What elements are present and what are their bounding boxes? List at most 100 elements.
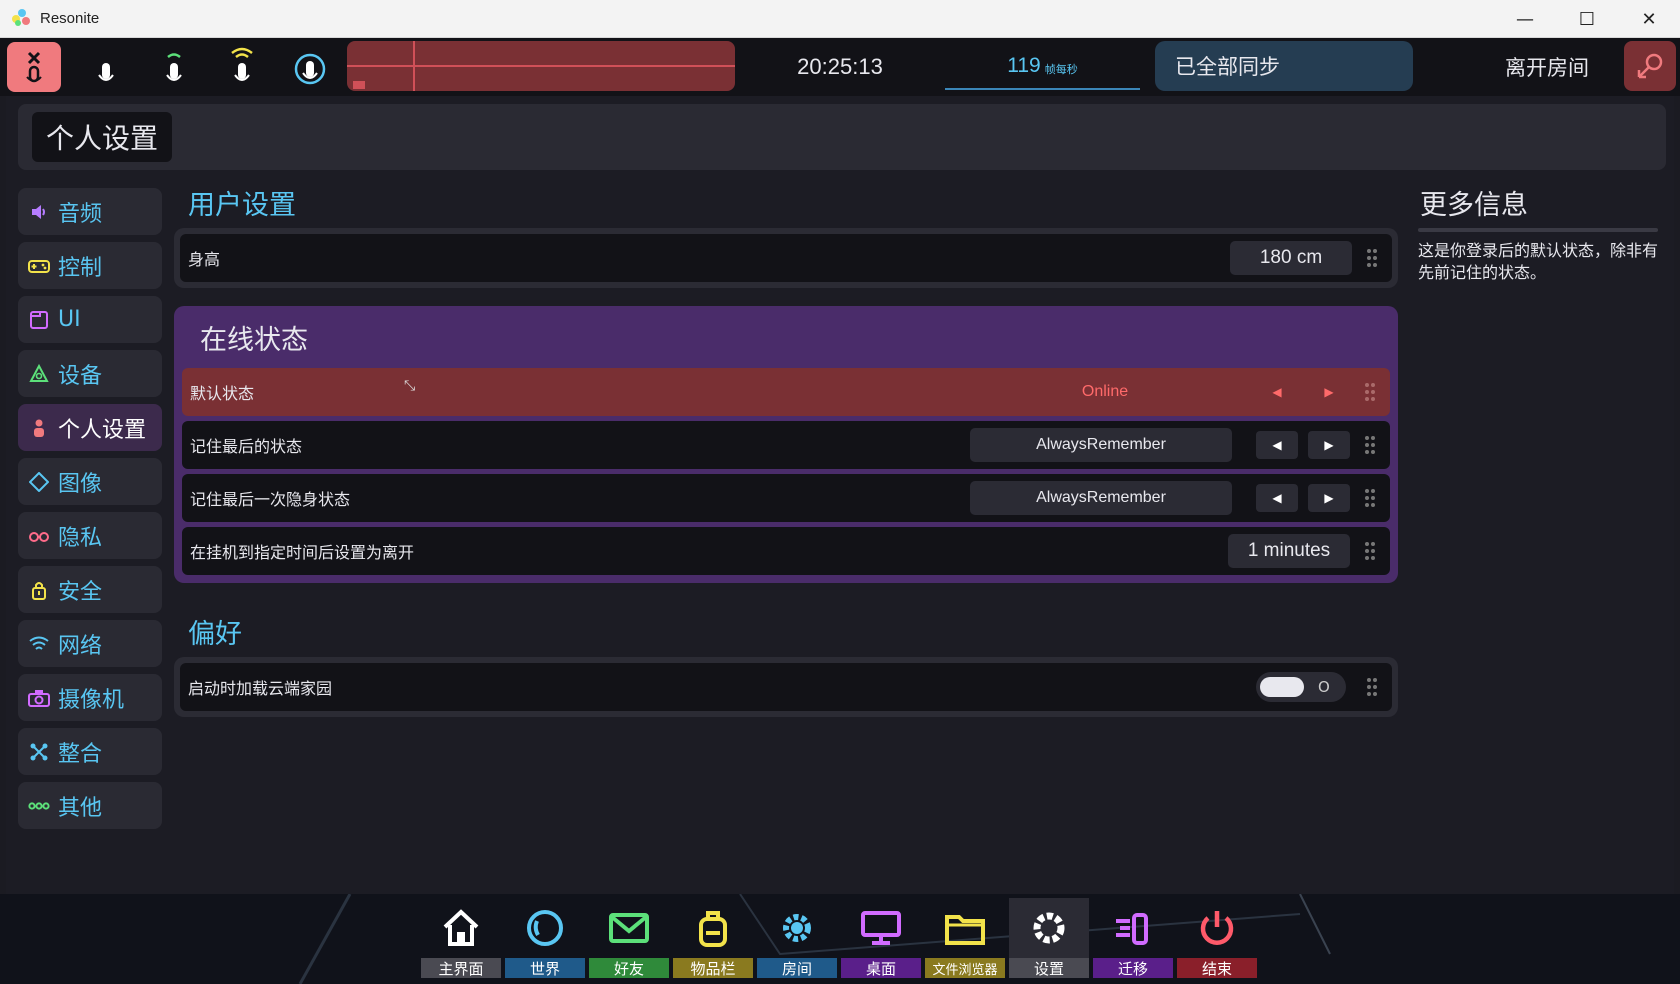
divider [1418, 228, 1658, 232]
more-info-panel: 更多信息 这是你登录后的默认状态，除非有先前记住的状态。 [1418, 176, 1658, 284]
drag-handle-icon[interactable] [1352, 248, 1392, 268]
dock-button-label: 房间 [757, 958, 837, 978]
speaker-icon [28, 201, 50, 223]
maximize-button[interactable]: ☐ [1556, 0, 1618, 38]
sidebar-item[interactable]: 设备 [18, 350, 162, 397]
backpack-icon [692, 898, 734, 958]
sidebar-item[interactable]: 音频 [18, 188, 162, 235]
drag-handle-icon[interactable] [1350, 488, 1390, 508]
diamond-icon [28, 471, 50, 493]
folder-icon [943, 898, 987, 958]
leave-session-button[interactable]: 离开房间 [1505, 38, 1589, 96]
next-arrow-icon[interactable]: ▶ [1308, 378, 1350, 406]
dock-button[interactable]: 设置 [1009, 898, 1089, 978]
minimize-button[interactable]: — [1494, 0, 1556, 38]
cloud-home-row: 启动时加载云端家园 O [180, 663, 1392, 711]
drag-handle-icon[interactable] [1350, 382, 1390, 402]
previous-arrow-icon[interactable]: ◀ [1256, 484, 1298, 512]
dock-button-label: 物品栏 [673, 958, 753, 978]
sync-status-button[interactable]: 已全部同步 [1155, 41, 1413, 91]
mail-icon [607, 898, 651, 958]
afk-timeout-field[interactable]: 1 minutes [1228, 534, 1350, 568]
sidebar-item[interactable]: UI [18, 296, 162, 343]
cloud-home-label: 启动时加载云端家园 [188, 679, 333, 698]
next-arrow-icon[interactable]: ▶ [1308, 484, 1350, 512]
dock-button[interactable]: 好友 [589, 898, 669, 978]
drag-handle-icon[interactable] [1350, 435, 1390, 455]
cloud-home-toggle[interactable]: O [1256, 672, 1346, 702]
preferences-title: 偏好 [188, 618, 242, 650]
sidebar-item[interactable]: 整合 [18, 728, 162, 775]
lock-icon [28, 579, 50, 601]
dock-button[interactable]: 迁移 [1093, 898, 1173, 978]
sidebar-item[interactable]: 安全 [18, 566, 162, 613]
settings-icon [1028, 898, 1070, 958]
mic-push-to-talk-button[interactable] [79, 42, 133, 92]
height-label: 身高 [188, 250, 221, 269]
dock-button[interactable]: 世界 [505, 898, 585, 978]
mic-whisper-button[interactable] [147, 42, 201, 92]
dock-button[interactable]: 文件浏览器 [925, 898, 1005, 978]
sidebar-item[interactable]: 隐私 [18, 512, 162, 559]
mic-normal-button[interactable] [215, 42, 269, 92]
sidebar-item[interactable]: 其他 [18, 782, 162, 829]
toggle-state-text: O [1318, 678, 1330, 696]
voice-level-graph [347, 41, 735, 91]
home-icon [440, 898, 482, 958]
online-status-card: 在线状态 默认状态 ⤡ Online ◀ ▶ 记住最后的状态 AlwaysRem… [174, 306, 1398, 583]
mic-normal-icon [231, 47, 253, 81]
sidebar-item[interactable]: 图像 [18, 458, 162, 505]
next-arrow-icon[interactable]: ▶ [1308, 431, 1350, 459]
camera-icon [28, 687, 50, 709]
preferences-card: 启动时加载云端家园 O [174, 657, 1398, 717]
dock-button[interactable]: 主界面 [421, 898, 501, 978]
sidebar-item-label: 音频 [58, 201, 103, 227]
sidebar-item[interactable]: 摄像机 [18, 674, 162, 721]
remember-last-status-value: AlwaysRemember [970, 428, 1232, 462]
leave-session-icon[interactable] [1624, 41, 1676, 91]
dock-button[interactable]: 物品栏 [673, 898, 753, 978]
mic-muted-icon [26, 51, 42, 83]
page-title: 个人设置 [32, 112, 173, 162]
fps-unit: 帧每秒 [1044, 63, 1078, 76]
drag-handle-icon[interactable] [1350, 541, 1390, 561]
dock-button[interactable]: 桌面 [841, 898, 921, 978]
mic-broadcast-button[interactable] [283, 42, 337, 92]
sidebar-item[interactable]: 控制 [18, 242, 162, 289]
window-title-bar: Resonite — ☐ ✕ [0, 0, 1680, 38]
close-button[interactable]: ✕ [1618, 0, 1680, 38]
sidebar-item-label: 安全 [58, 579, 103, 605]
afk-timeout-label: 在挂机到指定时间后设置为离开 [190, 543, 415, 562]
afk-timeout-row: 在挂机到指定时间后设置为离开 1 minutes [182, 527, 1390, 575]
person-icon [28, 417, 50, 439]
bottom-dock: 主界面 世界 好友 物品栏 房间 桌面 文件浏览器 设置 迁移 结束 [0, 894, 1680, 984]
remember-last-status-row: 记住最后的状态 AlwaysRemember ◀ ▶ [182, 421, 1390, 469]
user-settings-card: 身高 180 cm [174, 228, 1398, 288]
previous-arrow-icon[interactable]: ◀ [1256, 378, 1298, 406]
dock-button[interactable]: 结束 [1177, 898, 1257, 978]
dock-button-label: 主界面 [421, 958, 501, 978]
default-status-row: 默认状态 ⤡ Online ◀ ▶ [182, 368, 1390, 416]
sidebar-item-label: 控制 [58, 255, 103, 281]
online-status-title: 在线状态 [200, 324, 308, 356]
settings-content: 用户设置 身高 180 cm 在线状态 默认状态 ⤡ Online ◀ ▶ 记住… [174, 176, 1398, 717]
mic-muted-button[interactable] [7, 42, 61, 92]
sidebar-item-label: 整合 [58, 741, 103, 767]
toggle-knob [1260, 677, 1304, 697]
dock-button-label: 桌面 [841, 958, 921, 978]
dock-button[interactable]: 房间 [757, 898, 837, 978]
monitor-icon [859, 898, 903, 958]
window-icon [28, 309, 50, 331]
glasses-icon [28, 525, 50, 547]
drag-handle-icon[interactable] [1352, 677, 1392, 697]
mic-icon [98, 63, 114, 81]
mic-whisper-icon [166, 53, 182, 81]
sidebar-item[interactable]: 个人设置 [18, 404, 162, 451]
remember-invisible-status-row: 记住最后一次隐身状态 AlwaysRemember ◀ ▶ [182, 474, 1390, 522]
dock-button-label: 迁移 [1093, 958, 1173, 978]
height-field[interactable]: 180 cm [1230, 241, 1352, 275]
previous-arrow-icon[interactable]: ◀ [1256, 431, 1298, 459]
remember-invisible-status-value: AlwaysRemember [970, 481, 1232, 515]
sidebar-item[interactable]: 网络 [18, 620, 162, 667]
dock-button-label: 文件浏览器 [925, 958, 1005, 978]
